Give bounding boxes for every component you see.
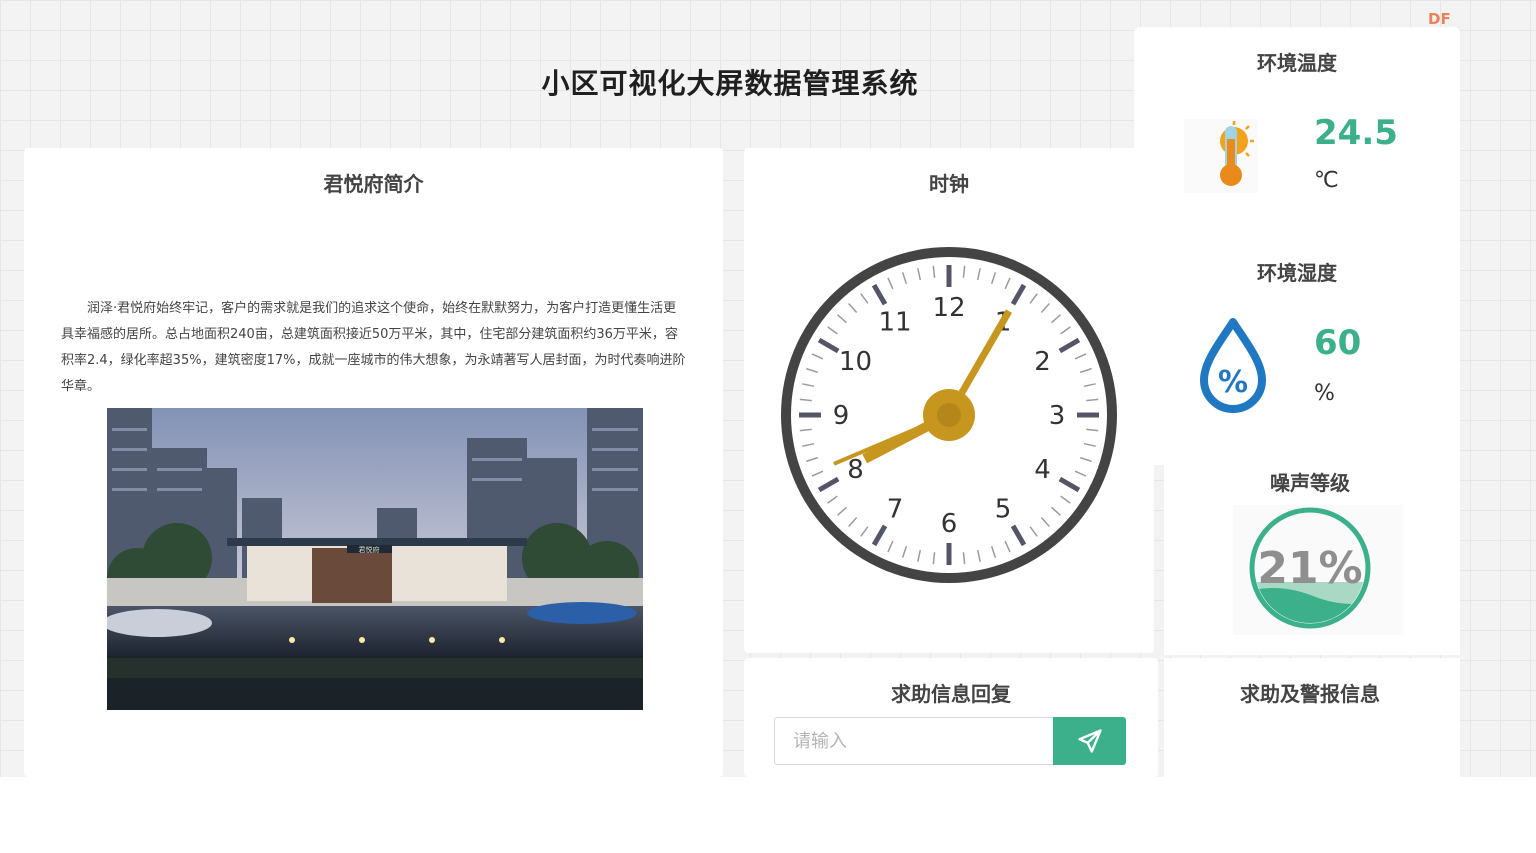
alerts-title: 求助及警报信息 xyxy=(1240,682,1380,706)
environment-panel: 环境温度 24.5 ℃ 环境湿度 % 60 % xyxy=(1134,27,1460,465)
clock-number: 12 xyxy=(932,293,965,323)
analog-clock: 121234567891011 xyxy=(781,247,1117,583)
reply-input[interactable] xyxy=(774,717,1054,765)
thermometer-icon xyxy=(1184,119,1258,193)
send-button[interactable] xyxy=(1053,717,1126,765)
community-photo: 君悦府 xyxy=(107,408,643,710)
page-title: 小区可视化大屏数据管理系统 xyxy=(541,67,919,100)
intro-panel: 君悦府简介 润泽·君悦府始终牢记，客户的需求就是我们的追求这个使命，始终在默默努… xyxy=(24,148,723,777)
clock-number: 9 xyxy=(833,401,850,431)
clock-number: 8 xyxy=(847,455,864,485)
clock-number: 7 xyxy=(887,495,904,525)
temperature-title: 环境温度 xyxy=(1257,51,1337,75)
clock-number: 5 xyxy=(995,495,1012,525)
water-drop-icon: % xyxy=(1200,318,1266,413)
svg-text:%: % xyxy=(1218,365,1248,400)
noise-title: 噪声等级 xyxy=(1270,471,1350,495)
help-reply-panel: 求助信息回复 xyxy=(744,658,1158,777)
clock-hub-center xyxy=(937,403,961,427)
clock-number: 11 xyxy=(878,307,911,337)
noise-value: 21% xyxy=(1257,543,1362,594)
intro-title: 君悦府简介 xyxy=(323,172,424,196)
noise-gauge: 21% xyxy=(1233,505,1403,635)
clock-number: 3 xyxy=(1049,401,1066,431)
temperature-unit: ℃ xyxy=(1314,168,1339,193)
df-badge: DF xyxy=(1428,10,1451,28)
alerts-panel: 求助及警报信息 xyxy=(1164,658,1460,777)
send-icon xyxy=(1077,729,1102,753)
humidity-value: 60 xyxy=(1314,323,1362,363)
clock-number: 6 xyxy=(941,509,958,539)
clock-panel: 时钟 121234567891011 xyxy=(744,148,1154,653)
noise-panel: 噪声等级 21% xyxy=(1164,465,1460,655)
humidity-unit: % xyxy=(1314,381,1335,406)
intro-text: 润泽·君悦府始终牢记，客户的需求就是我们的追求这个使命，始终在默默努力，为客户打… xyxy=(61,301,686,394)
clock-number: 10 xyxy=(839,347,872,377)
clock-title: 时钟 xyxy=(929,172,969,196)
temperature-value: 24.5 xyxy=(1314,113,1398,153)
photo-sign: 君悦府 xyxy=(359,545,380,554)
reply-title: 求助信息回复 xyxy=(891,682,1011,706)
humidity-title: 环境湿度 xyxy=(1257,261,1337,285)
clock-number: 4 xyxy=(1034,455,1051,485)
clock-number: 2 xyxy=(1034,347,1051,377)
